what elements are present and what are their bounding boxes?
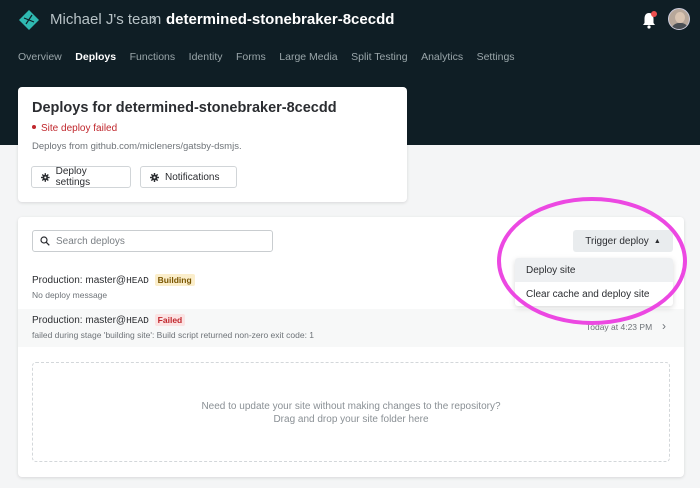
- tab-split-testing[interactable]: Split Testing: [351, 51, 407, 63]
- deploy-message: No deploy message: [32, 290, 108, 300]
- deploy-settings-label: Deploy settings: [55, 166, 91, 188]
- deploy-ref: HEAD: [126, 315, 149, 326]
- status-badge: Building: [154, 274, 195, 286]
- status-badge: Failed: [154, 314, 186, 326]
- site-nav: Overview Deploys Functions Identity Form…: [18, 51, 528, 63]
- caret-up-icon: ▲: [653, 237, 661, 245]
- deploy-row[interactable]: Production: master@HEAD Failed failed du…: [18, 309, 684, 347]
- trigger-deploy-label: Trigger deploy: [585, 235, 649, 247]
- deploy-settings-button[interactable]: Deploy settings: [31, 166, 131, 188]
- deploy-ref: HEAD: [126, 275, 149, 286]
- menu-item-clear-cache-deploy[interactable]: Clear cache and deploy site: [515, 282, 673, 306]
- site-summary-card: Deploys for determined-stonebraker-8cecd…: [18, 87, 407, 202]
- breadcrumb-separator: ›: [151, 11, 156, 28]
- drop-zone[interactable]: Need to update your site without making …: [32, 362, 670, 462]
- gear-icon: [41, 172, 50, 182]
- team-link[interactable]: Michael J's team: [50, 11, 161, 28]
- tab-forms[interactable]: Forms: [236, 51, 266, 63]
- search-input[interactable]: [56, 235, 266, 247]
- deploy-context: Production: master@: [32, 275, 127, 286]
- status-text: Site deploy failed: [41, 123, 118, 134]
- notifications-button[interactable]: Notifications: [140, 166, 237, 188]
- tab-overview[interactable]: Overview: [18, 51, 62, 63]
- netlify-logo-icon[interactable]: [18, 9, 40, 31]
- notifications-label: Notifications: [165, 171, 220, 183]
- gear-icon: [150, 172, 159, 182]
- drop-zone-hint: Need to update your site without making …: [201, 401, 501, 412]
- menu-item-deploy-site[interactable]: Deploy site: [515, 258, 673, 282]
- repo-source: Deploys from github.com/micleners/gatsby…: [32, 141, 242, 152]
- drop-zone-instruction: Drag and drop your site folder here: [273, 414, 429, 425]
- tab-settings[interactable]: Settings: [477, 51, 515, 63]
- deploy-timestamp: Today at 4:23 PM: [586, 322, 653, 332]
- page-title: Deploys for determined-stonebraker-8cecd…: [32, 100, 337, 116]
- deploy-row-title: Production: master@HEAD Building: [32, 274, 195, 286]
- deploy-status: Site deploy failed: [32, 123, 117, 134]
- trigger-deploy-button[interactable]: Trigger deploy ▲: [573, 230, 673, 252]
- search-box[interactable]: [32, 230, 273, 252]
- deploy-message: failed during stage 'building site': Bui…: [32, 330, 315, 340]
- status-dot-icon: [32, 125, 36, 130]
- deploys-list-card: Trigger deploy ▲ Production: master@HEAD…: [18, 217, 684, 477]
- tab-deploys[interactable]: Deploys: [75, 51, 116, 63]
- trigger-deploy-menu: Deploy site Clear cache and deploy site: [515, 258, 673, 306]
- deploy-context: Production: master@: [32, 315, 127, 326]
- tab-identity[interactable]: Identity: [189, 51, 223, 63]
- search-icon: [40, 236, 50, 246]
- tab-large-media[interactable]: Large Media: [279, 51, 337, 63]
- tab-functions[interactable]: Functions: [130, 51, 176, 63]
- tab-analytics[interactable]: Analytics: [421, 51, 463, 63]
- chevron-right-icon[interactable]: ›: [662, 319, 666, 333]
- avatar[interactable]: [668, 8, 690, 30]
- notification-dot: [651, 11, 657, 17]
- deploy-row-title: Production: master@HEAD Failed: [32, 314, 186, 326]
- site-name[interactable]: determined-stonebraker-8cecdd: [166, 11, 394, 28]
